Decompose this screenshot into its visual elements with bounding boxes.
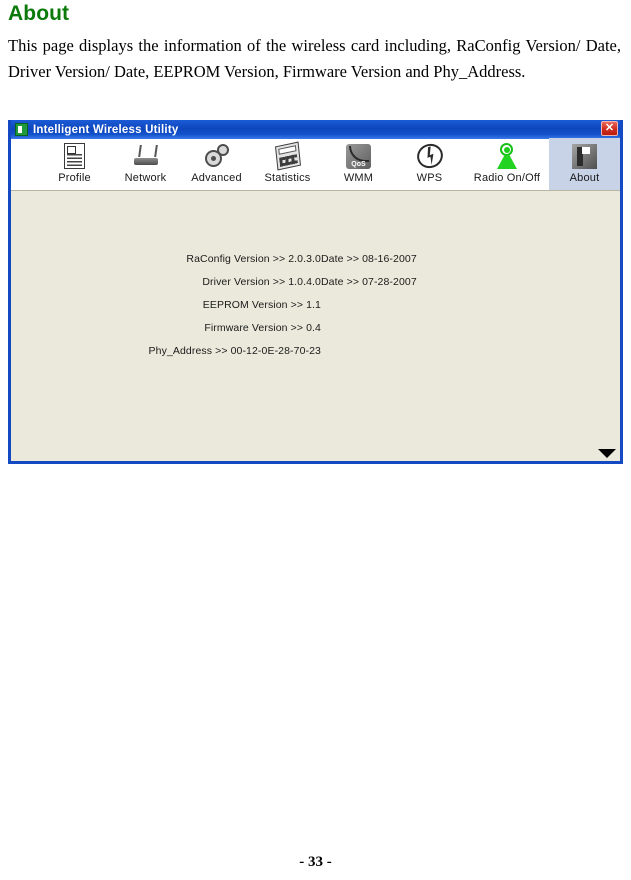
eeprom-date-cell (321, 293, 620, 316)
wps-icon (413, 140, 446, 172)
intro-paragraph: This page displays the information of th… (8, 36, 621, 81)
tab-wps[interactable]: WPS (394, 138, 465, 190)
tab-about-label: About (569, 172, 600, 184)
tab-advanced[interactable]: Advanced (181, 138, 252, 190)
tab-wmm[interactable]: WMM (323, 138, 394, 190)
utility-window: Intelligent Wireless Utility ✕ Profile N… (8, 120, 623, 464)
eeprom-version-value: 1.1 (306, 298, 321, 311)
table-row: Driver Version >> 1.0.4.0 Date >> 07-28-2007 (11, 270, 620, 293)
firmware-version-label: Firmware Version (204, 321, 288, 334)
eeprom-version-row: EEPROM Version >> 1.1 (11, 293, 321, 316)
radio-onoff-icon (492, 141, 522, 171)
tab-advanced-label: Advanced (191, 172, 242, 184)
wmm-qos-icon (344, 141, 374, 171)
phy-address-value: 00-12-0E-28-70-23 (230, 344, 321, 357)
tab-profile-label: Profile (58, 172, 91, 184)
phy-address-date-cell (321, 339, 620, 362)
tab-wps-label: WPS (416, 172, 443, 184)
tab-statistics-label: Statistics (264, 172, 311, 184)
raconfig-version-label: RaConfig Version (186, 252, 270, 265)
table-row: Firmware Version >> 0.4 (11, 316, 620, 339)
tab-network-label: Network (124, 172, 167, 184)
document-body: About This page displays the information… (0, 2, 631, 85)
table-row: Phy_Address >> 00-12-0E-28-70-23 (11, 339, 620, 362)
separator: >> (346, 252, 360, 265)
raconfig-date-label: Date (321, 252, 344, 265)
statistics-icon (273, 141, 303, 171)
profile-icon (60, 141, 90, 171)
firmware-version-row: Firmware Version >> 0.4 (11, 316, 321, 339)
raconfig-date-value: 08-16-2007 (362, 252, 417, 265)
advanced-icon (202, 141, 232, 171)
about-info-table: RaConfig Version >> 2.0.3.0 Date >> 08-16-20… (11, 247, 620, 362)
tab-network[interactable]: Network (110, 138, 181, 190)
about-panel: RaConfig Version >> 2.0.3.0 Date >> 08-16-20… (11, 191, 620, 461)
separator: >> (272, 252, 286, 265)
scroll-down-icon[interactable] (598, 449, 616, 458)
driver-date-cell: Date >> 07-28-2007 (321, 270, 620, 293)
eeprom-version-label: EEPROM Version (202, 298, 288, 311)
window-titlebar: Intelligent Wireless Utility ✕ (11, 120, 620, 139)
raconfig-version-value: 2.0.3.0 (288, 252, 321, 265)
separator: >> (290, 298, 304, 311)
phy-address-label: Phy_Address (148, 344, 213, 357)
tab-radio-onoff[interactable]: Radio On/Off (465, 138, 549, 190)
driver-date-label: Date (321, 275, 344, 288)
tab-about[interactable]: About (549, 138, 620, 190)
tab-statistics[interactable]: Statistics (252, 138, 323, 190)
page-number: - 33 - (299, 854, 332, 870)
driver-date-value: 07-28-2007 (362, 275, 417, 288)
network-icon (131, 141, 161, 171)
driver-version-value: 1.0.4.0 (288, 275, 321, 288)
tab-profile[interactable]: Profile (39, 138, 110, 190)
driver-version-row: Driver Version >> 1.0.4.0 (11, 270, 321, 293)
separator: >> (346, 275, 360, 288)
close-icon[interactable]: ✕ (601, 121, 618, 136)
table-row: RaConfig Version >> 2.0.3.0 Date >> 08-16-20… (11, 247, 620, 270)
raconfig-version-row: RaConfig Version >> 2.0.3.0 (11, 247, 321, 270)
phy-address-row: Phy_Address >> 00-12-0E-28-70-23 (11, 339, 321, 362)
main-toolbar: Profile Network Advanced Statistics WMM … (11, 138, 620, 191)
tab-radio-onoff-label: Radio On/Off (473, 172, 541, 184)
firmware-version-value: 0.4 (306, 321, 321, 334)
window-title: Intelligent Wireless Utility (33, 123, 179, 136)
separator: >> (272, 275, 286, 288)
table-row: EEPROM Version >> 1.1 (11, 293, 620, 316)
raconfig-date-cell: Date >> 08-16-2007 (321, 247, 620, 270)
about-icon (570, 141, 600, 171)
tab-wmm-label: WMM (343, 172, 374, 184)
separator: >> (290, 321, 304, 334)
page-title: About (8, 2, 70, 25)
app-logo-icon (15, 123, 28, 136)
firmware-date-cell (321, 316, 620, 339)
driver-version-label: Driver Version (202, 275, 270, 288)
separator: >> (215, 344, 228, 357)
